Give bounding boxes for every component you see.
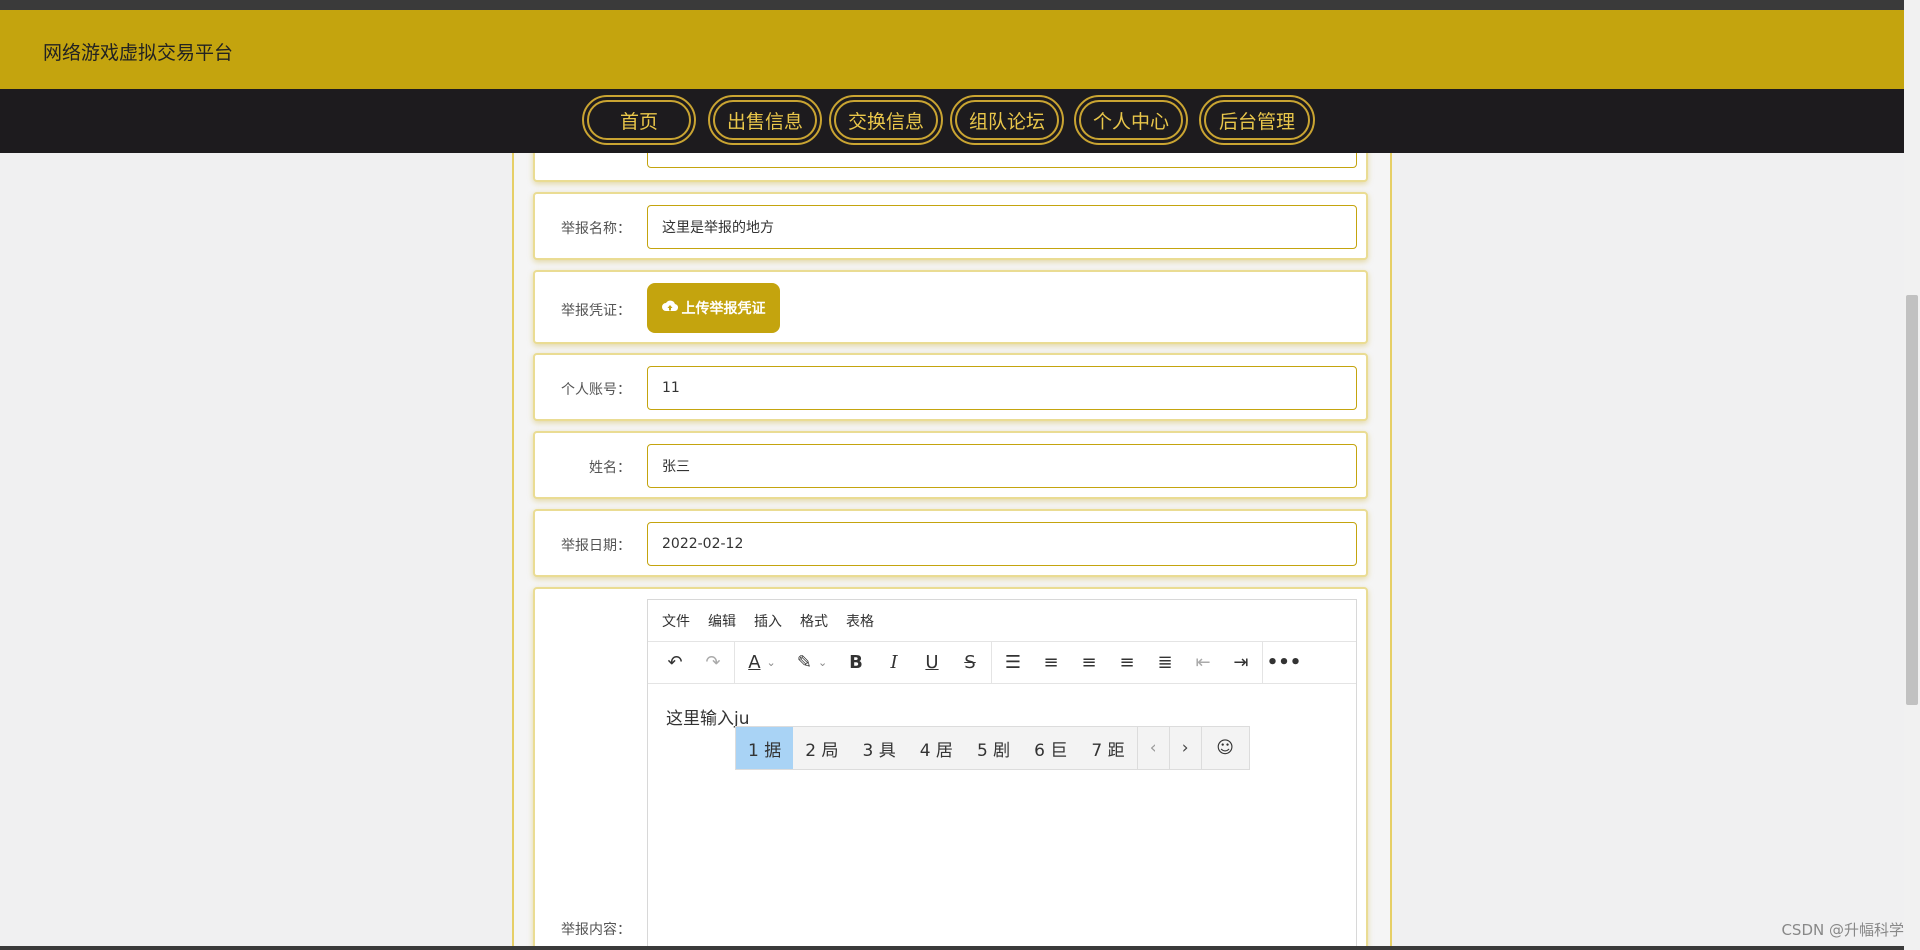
form-row-report-name: 举报名称： 这里是举报的地方 [533, 192, 1368, 260]
italic-icon[interactable]: I [875, 642, 913, 684]
report-name-input[interactable]: 这里是举报的地方 [647, 205, 1357, 249]
redo-icon[interactable]: ↷ [694, 642, 732, 684]
form-row-name: 姓名： 张三 [533, 431, 1368, 499]
editor-toolbar: ↶ ↷ A ⌄ ✎ ⌄ B I U S ☰ ≡ ≡ ≡ ≣ ⇤ ⇥ ••• [648, 641, 1356, 684]
underline-icon[interactable]: U [913, 642, 951, 684]
ime-prev-icon[interactable]: ‹ [1136, 727, 1169, 769]
report-date-input[interactable]: 2022-02-12 [647, 522, 1357, 566]
text-color-icon[interactable]: A ⌄ [737, 642, 787, 684]
bold-icon[interactable]: B [837, 642, 875, 684]
editor-content-area[interactable]: 这里输入ju 1 据 2 局 3 具 4 居 5 剧 6 巨 7 距 ‹ › ☺ [648, 684, 1356, 770]
form-row-report-date: 举报日期： 2022-02-12 [533, 509, 1368, 577]
menu-format[interactable]: 格式 [800, 611, 828, 631]
nav-exchange-info[interactable]: 交换信息 [829, 95, 943, 145]
undo-icon[interactable]: ↶ [656, 642, 694, 684]
form-row-account: 个人账号： 11 [533, 353, 1368, 421]
ime-candidate[interactable]: 6 巨 [1022, 727, 1079, 769]
name-input[interactable]: 张三 [647, 444, 1357, 488]
upload-proof-label: 上传举报凭证 [681, 301, 766, 317]
report-name-label: 举报名称： [561, 221, 631, 237]
watermark: CSDN @升幅科学 [1781, 921, 1904, 939]
account-label: 个人账号： [561, 382, 631, 398]
scrollbar-thumb[interactable] [1906, 295, 1918, 705]
ime-candidate-bar: 1 据 2 局 3 具 4 居 5 剧 6 巨 7 距 ‹ › ☺ [735, 726, 1250, 770]
ime-candidate[interactable]: 1 据 [736, 727, 794, 769]
main-nav: 首页 出售信息 交换信息 组队论坛 个人中心 后台管理 [0, 89, 1904, 153]
menu-edit[interactable]: 编辑 [708, 611, 736, 631]
site-header: 网络游戏虚拟交易平台 [0, 10, 1904, 89]
bottom-border [0, 946, 1904, 950]
highlight-color-icon[interactable]: ✎ ⌄ [787, 642, 837, 684]
indent-icon[interactable]: ⇥ [1222, 642, 1260, 684]
menu-file[interactable]: 文件 [662, 611, 690, 631]
nav-home[interactable]: 首页 [582, 95, 696, 145]
outdent-icon[interactable]: ⇤ [1184, 642, 1222, 684]
strikethrough-icon[interactable]: S [951, 642, 989, 684]
ime-candidate[interactable]: 4 居 [908, 727, 965, 769]
nav-sell-info[interactable]: 出售信息 [708, 95, 822, 145]
ime-next-icon[interactable]: › [1168, 727, 1201, 769]
ime-candidate[interactable]: 7 距 [1079, 727, 1136, 769]
nav-team-forum[interactable]: 组队论坛 [950, 95, 1064, 145]
report-proof-label: 举报凭证： [561, 303, 631, 319]
name-label: 姓名： [589, 460, 631, 476]
form-row-report-content: 举报内容： 文件 编辑 插入 格式 表格 ↶ ↷ A ⌄ ✎ ⌄ B I U S ☰… [533, 587, 1368, 950]
more-icon[interactable]: ••• [1265, 642, 1303, 684]
top-border [0, 0, 1904, 10]
align-justify-icon[interactable]: ≣ [1146, 642, 1184, 684]
editor-menubar: 文件 编辑 插入 格式 表格 [648, 600, 1356, 642]
align-center-icon[interactable]: ≡ [1070, 642, 1108, 684]
cloud-upload-icon [661, 299, 678, 317]
toolbar-divider [734, 641, 735, 684]
site-title: 网络游戏虚拟交易平台 [43, 42, 234, 64]
report-date-label: 举报日期： [561, 538, 631, 554]
toolbar-divider [1262, 641, 1263, 684]
page-scrollbar[interactable] [1904, 0, 1920, 950]
nav-personal-center[interactable]: 个人中心 [1074, 95, 1188, 145]
account-input[interactable]: 11 [647, 366, 1357, 410]
ime-candidate[interactable]: 5 剧 [965, 727, 1022, 769]
emoji-icon[interactable]: ☺ [1200, 727, 1249, 769]
upload-proof-button[interactable]: 上传举报凭证 [647, 283, 780, 333]
form-row-report-proof: 举报凭证： 上传举报凭证 [533, 270, 1368, 344]
rich-text-editor: 文件 编辑 插入 格式 表格 ↶ ↷ A ⌄ ✎ ⌄ B I U S ☰ ≡ ≡ ≡… [647, 599, 1357, 950]
ime-candidate[interactable]: 3 具 [850, 727, 907, 769]
toolbar-divider [991, 641, 992, 684]
line-height-icon[interactable]: ☰ [994, 642, 1032, 684]
align-left-icon[interactable]: ≡ [1032, 642, 1070, 684]
nav-admin[interactable]: 后台管理 [1199, 95, 1315, 145]
menu-table[interactable]: 表格 [846, 611, 874, 631]
ime-candidate[interactable]: 2 局 [793, 727, 850, 769]
menu-insert[interactable]: 插入 [754, 611, 782, 631]
align-right-icon[interactable]: ≡ [1108, 642, 1146, 684]
report-content-label: 举报内容： [561, 922, 631, 938]
